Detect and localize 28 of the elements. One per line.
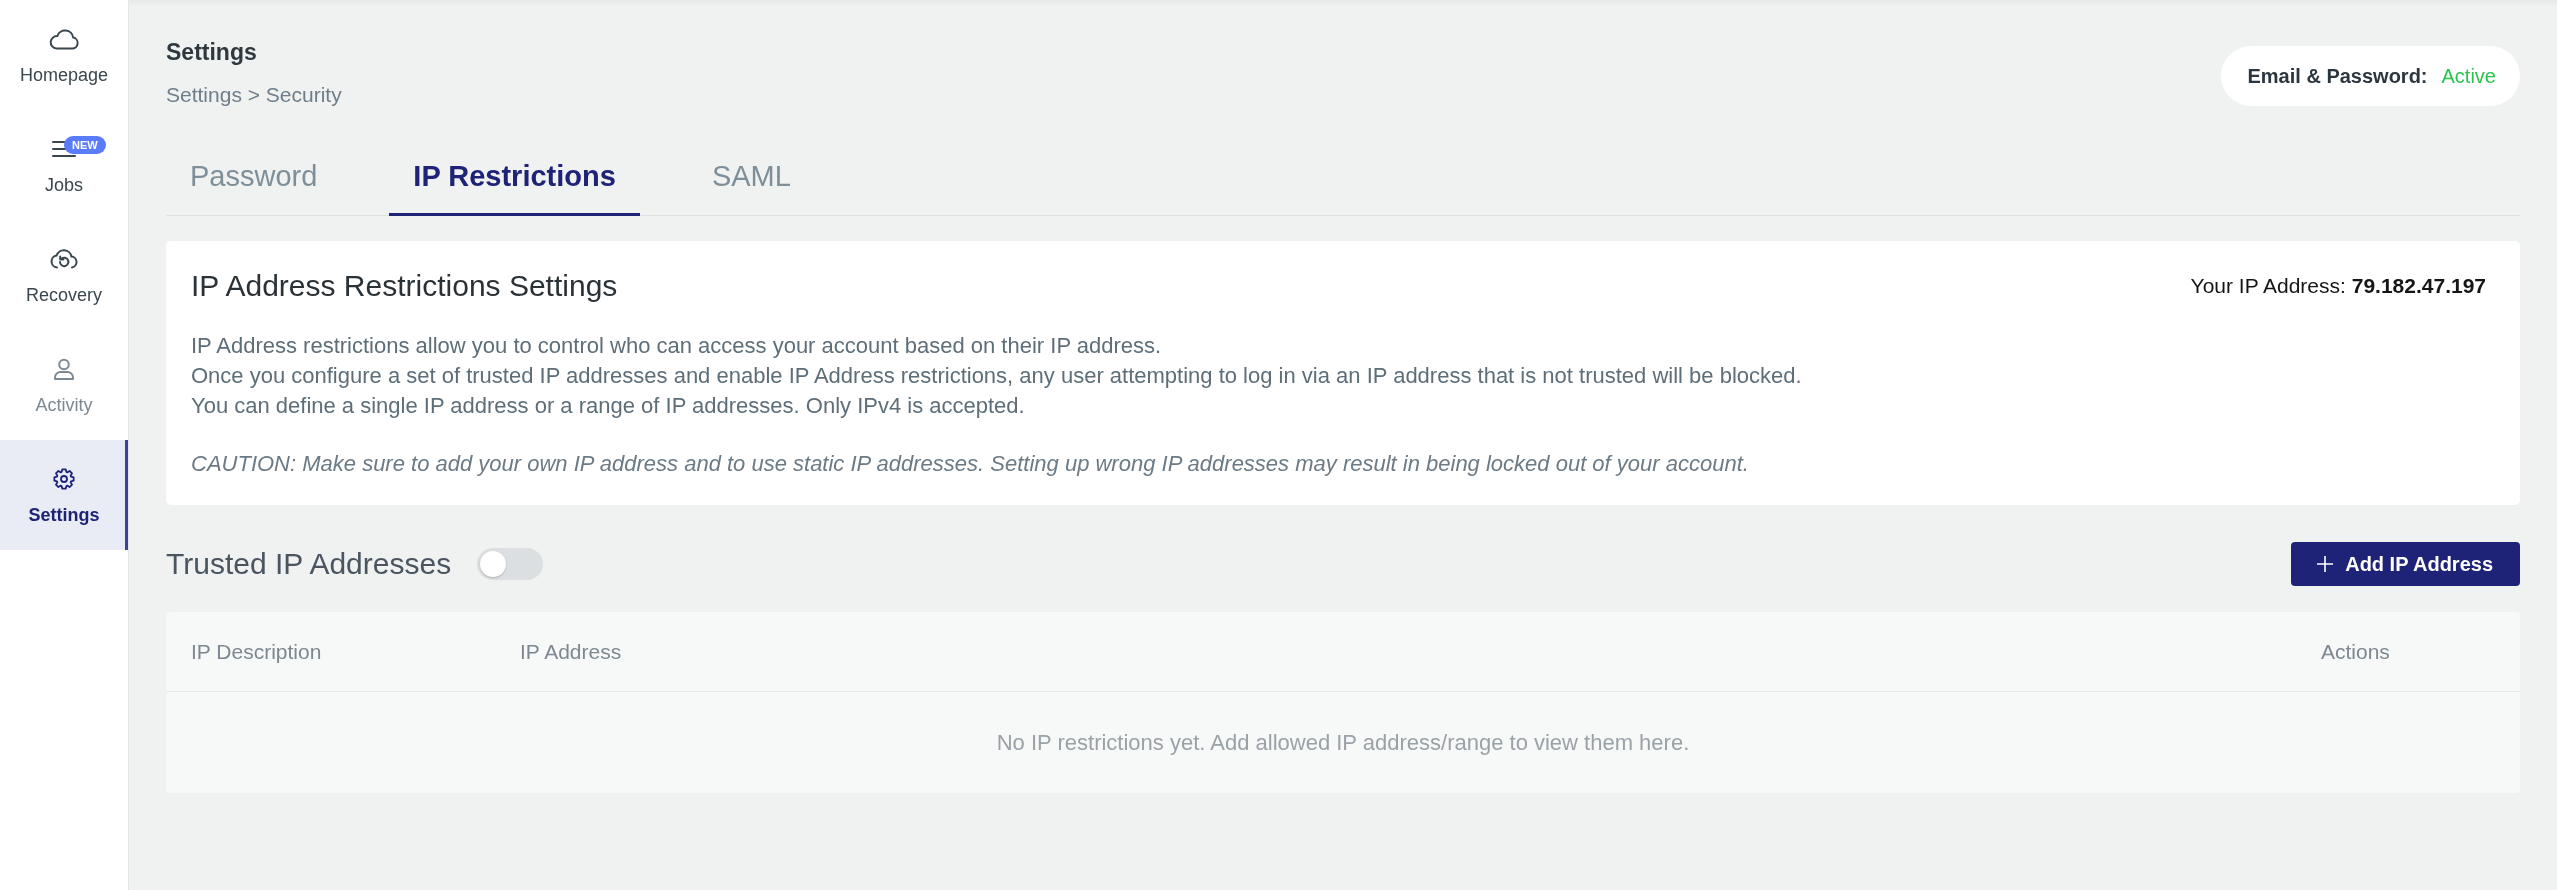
card-title: IP Address Restrictions Settings bbox=[191, 268, 618, 304]
settings-icon bbox=[53, 468, 75, 490]
toggle-switch[interactable] bbox=[477, 548, 544, 580]
sidebar-item[interactable]: Recovery bbox=[0, 220, 128, 330]
breadcrumb: Settings > Security bbox=[166, 82, 342, 108]
sidebar-item[interactable]: Settings bbox=[0, 440, 128, 550]
new-badge: NEW bbox=[64, 136, 106, 154]
column-header: IP Address bbox=[520, 639, 622, 664]
status-label: Email & Password: bbox=[2247, 64, 2428, 88]
cloud-refresh-icon bbox=[49, 248, 79, 270]
tab[interactable]: IP Restrictions bbox=[389, 144, 640, 216]
description-line: You can define a single IP address or a range of IP addresses. Only IPv4 is accepted. bbox=[191, 392, 1026, 420]
cloud-icon bbox=[48, 28, 80, 50]
add-ip-button[interactable]: Add IP Address bbox=[2291, 542, 2520, 586]
empty-state-message: No IP restrictions yet. Add allowed IP address/range to view them here. bbox=[996, 729, 1690, 756]
person-icon bbox=[53, 358, 75, 380]
column-header: IP Description bbox=[191, 639, 322, 664]
description-line: IP Address restrictions allow you to control who can access your account based on their IP address. bbox=[191, 332, 1163, 360]
ip-address-text: Your IP Address: 79.182.47.197 bbox=[2190, 274, 2486, 298]
description-line: Once you configure a set of trusted IP addresses and enable IP Address restrictions, any user attempting to log in via an IP address that is not trusted will be blocked. bbox=[191, 362, 1803, 390]
sidebar-item[interactable]: NEW Jobs bbox=[0, 110, 128, 220]
plus-icon bbox=[2317, 556, 2334, 572]
page-title: Settings bbox=[166, 38, 258, 67]
caution-text: CAUTION: Make sure to add your own IP address and to use static IP addresses. Setting up wrong IP addresses may result in being locked out of your account. bbox=[191, 450, 1750, 478]
sidebar-item[interactable]: Homepage bbox=[0, 0, 128, 110]
status-value: Active bbox=[2441, 64, 2496, 88]
column-header: Actions bbox=[2321, 639, 2390, 664]
section-title: Trusted IP Addresses bbox=[166, 547, 452, 581]
